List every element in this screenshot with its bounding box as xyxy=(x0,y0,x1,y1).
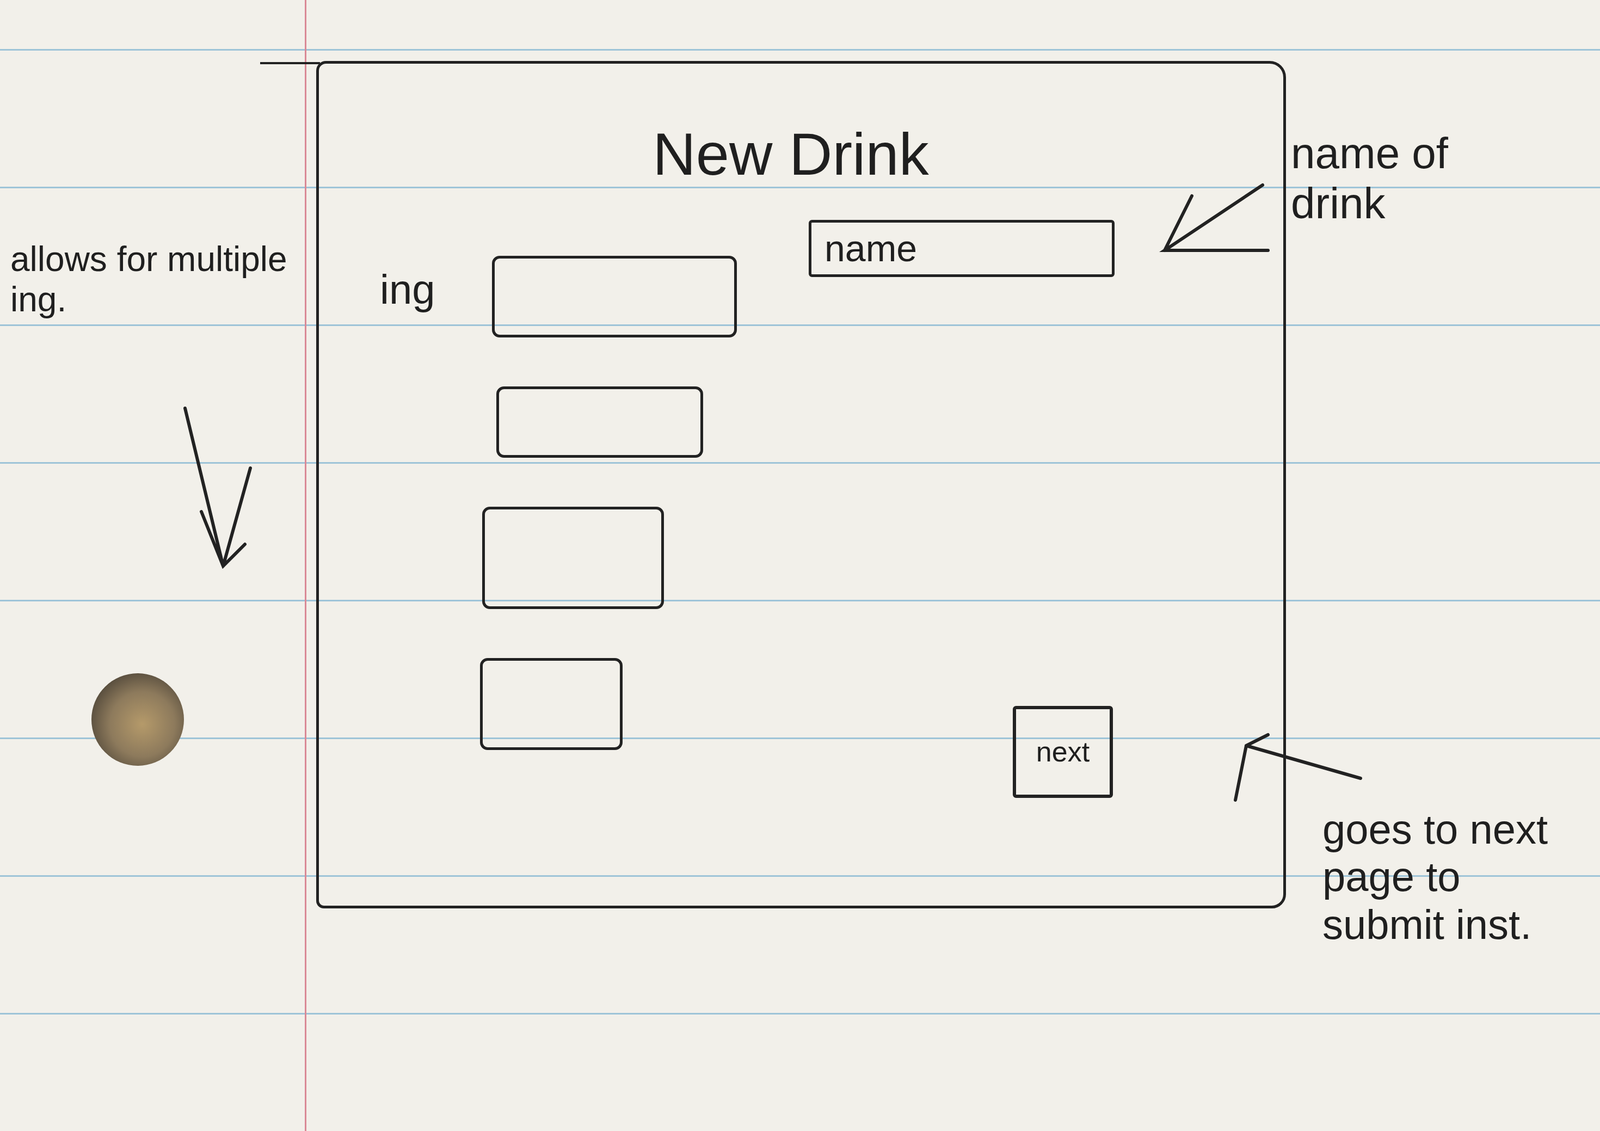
punch-hole xyxy=(91,673,184,766)
name-note: name of drink xyxy=(1290,128,1553,229)
pen-stroke xyxy=(260,62,320,65)
ingredient-field xyxy=(482,506,664,609)
down-arrow-icon xyxy=(179,402,273,577)
ingredient-field xyxy=(480,657,623,750)
next-note: goes to next page to submit inst. xyxy=(1322,805,1579,949)
ingredient-field xyxy=(491,255,737,338)
sketch-window: New Drink ing name next xyxy=(316,60,1286,909)
left-arrow-icon xyxy=(1153,174,1279,262)
ingredient-label: ing xyxy=(379,255,492,313)
right-column: name next xyxy=(808,219,1115,798)
ingredient-group: ing xyxy=(379,255,737,750)
margin-line xyxy=(304,0,307,1131)
name-field: name xyxy=(808,219,1115,278)
pointer-arrow-icon xyxy=(1224,723,1366,806)
next-button: next xyxy=(1012,705,1113,798)
ingredients-note: allows for multiple ing. xyxy=(10,239,299,320)
window-title: New Drink xyxy=(379,118,1262,190)
paper-sheet: New Drink ing name next allows for multiple… xyxy=(0,0,1600,1131)
form-row: ing name next xyxy=(379,219,1262,798)
ingredient-list xyxy=(491,255,737,750)
ingredient-field xyxy=(496,386,704,458)
